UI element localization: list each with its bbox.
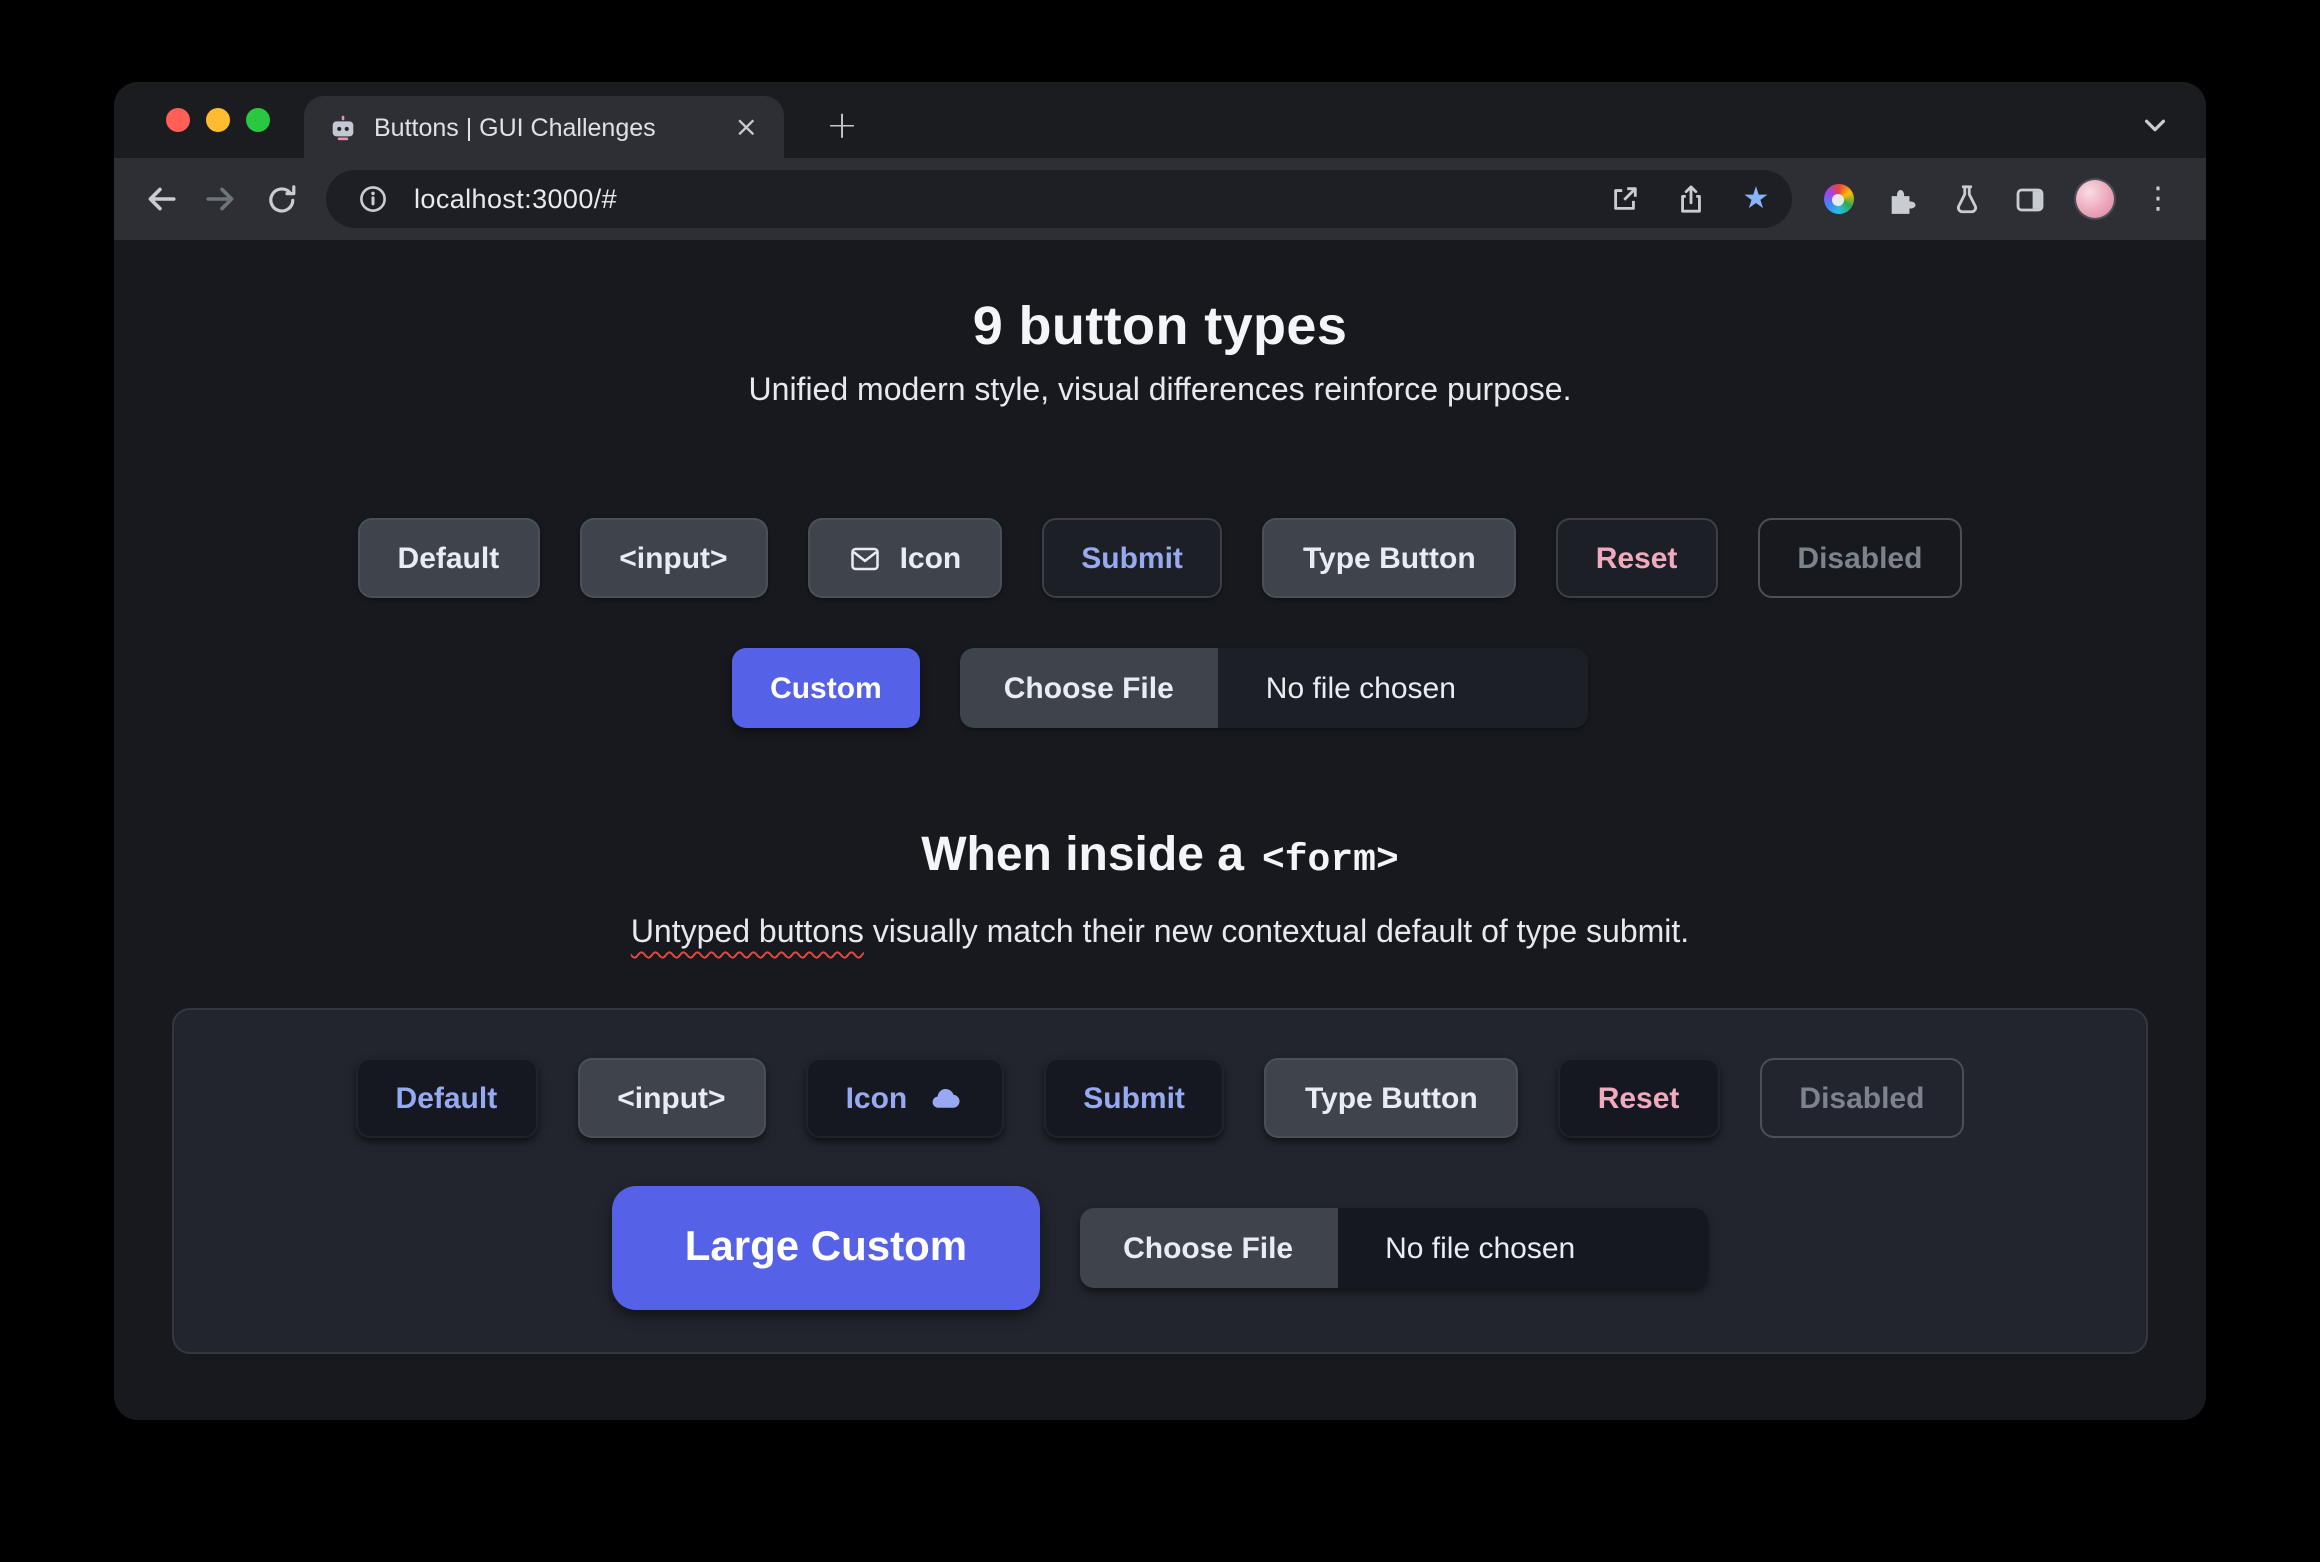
page-subtitle: Unified modern style, visual differences… bbox=[748, 374, 1572, 408]
form-choose-file-button[interactable]: Choose File bbox=[1079, 1208, 1338, 1288]
color-wheel-extension-icon[interactable] bbox=[1810, 171, 1866, 227]
tab-favicon-icon bbox=[328, 112, 358, 142]
form-file-status-text: No file chosen bbox=[1337, 1208, 1708, 1288]
side-panel-icon[interactable] bbox=[2002, 171, 2058, 227]
form-file-input[interactable]: Choose File No file chosen bbox=[1079, 1208, 1708, 1288]
file-input[interactable]: Choose File No file chosen bbox=[959, 648, 1588, 728]
new-tab-button[interactable]: + bbox=[816, 100, 868, 152]
browser-menu-icon[interactable]: ⋮ bbox=[2130, 171, 2186, 227]
type-button[interactable]: Type Button bbox=[1262, 518, 1516, 598]
url-text: localhost:3000/# bbox=[414, 184, 618, 214]
profile-avatar[interactable] bbox=[2066, 171, 2122, 227]
icon-button[interactable]: Icon bbox=[807, 518, 1002, 598]
form-button-row-top: Default <input> Icon Submit Type Button … bbox=[214, 1058, 2106, 1138]
choose-file-button[interactable]: Choose File bbox=[959, 648, 1218, 728]
form-button-row-second: Large Custom Choose File No file chosen bbox=[214, 1186, 2106, 1310]
address-bar[interactable]: localhost:3000/# ★ bbox=[326, 170, 1792, 228]
tab-close-icon[interactable]: × bbox=[729, 109, 764, 145]
form-section-title: When inside a <form> bbox=[114, 822, 2206, 894]
default-button[interactable]: Default bbox=[357, 518, 540, 598]
form-section-subtitle: Untyped buttons visually match their new… bbox=[114, 912, 2206, 956]
form-panel: Default <input> Icon Submit Type Button … bbox=[172, 1008, 2148, 1354]
flask-extension-icon[interactable] bbox=[1938, 171, 1994, 227]
close-window-button[interactable] bbox=[166, 108, 190, 132]
large-custom-button[interactable]: Large Custom bbox=[612, 1186, 1040, 1310]
input-button[interactable]: <input> bbox=[579, 518, 768, 598]
tab-strip: Buttons | GUI Challenges × + bbox=[114, 82, 2206, 158]
form-type-button[interactable]: Type Button bbox=[1264, 1058, 1518, 1138]
bookmark-star-icon[interactable]: ★ bbox=[1732, 175, 1780, 223]
form-reset-button[interactable]: Reset bbox=[1557, 1058, 1720, 1138]
file-status-text: No file chosen bbox=[1217, 648, 1588, 728]
open-in-new-icon[interactable] bbox=[1600, 175, 1648, 223]
page-content: 9 button types Unified modern style, vis… bbox=[114, 240, 2206, 1420]
window-controls bbox=[166, 108, 270, 132]
toolbar-extensions: ⋮ bbox=[1810, 171, 2186, 227]
form-section-title-text: When inside a bbox=[921, 828, 1244, 882]
tab-title: Buttons | GUI Challenges bbox=[374, 113, 656, 141]
page-title: 9 button types bbox=[972, 296, 1348, 356]
form-section-subtitle-rest: visually match their new contextual defa… bbox=[863, 916, 1690, 950]
reset-button[interactable]: Reset bbox=[1555, 518, 1718, 598]
submit-button[interactable]: Submit bbox=[1041, 518, 1223, 598]
forward-button[interactable] bbox=[194, 172, 248, 226]
back-button[interactable] bbox=[134, 172, 188, 226]
zoom-window-button[interactable] bbox=[246, 108, 270, 132]
screen: Buttons | GUI Challenges × + localhost:3… bbox=[0, 0, 2320, 1562]
misspelled-phrase: Untyped buttons bbox=[630, 916, 864, 950]
icon-button-label: Icon bbox=[899, 541, 962, 575]
tab-list-chevron-icon[interactable] bbox=[2134, 104, 2174, 144]
form-icon-button-label: Icon bbox=[845, 1081, 908, 1115]
form-code-text: <form> bbox=[1261, 838, 1399, 882]
cloud-icon bbox=[925, 1083, 963, 1113]
browser-window: Buttons | GUI Challenges × + localhost:3… bbox=[114, 82, 2206, 1420]
tab-buttons-gui-challenges[interactable]: Buttons | GUI Challenges × bbox=[304, 96, 784, 158]
extensions-puzzle-icon[interactable] bbox=[1874, 171, 1930, 227]
form-input-button[interactable]: <input> bbox=[577, 1058, 766, 1138]
form-default-button[interactable]: Default bbox=[355, 1058, 538, 1138]
reload-button[interactable] bbox=[254, 172, 308, 226]
form-disabled-button: Disabled bbox=[1759, 1058, 1965, 1138]
form-submit-button[interactable]: Submit bbox=[1043, 1058, 1225, 1138]
form-icon-button[interactable]: Icon bbox=[805, 1058, 1004, 1138]
browser-toolbar: localhost:3000/# ★ ⋮ bbox=[114, 158, 2206, 240]
site-info-icon[interactable] bbox=[348, 175, 396, 223]
minimize-window-button[interactable] bbox=[206, 108, 230, 132]
disabled-button: Disabled bbox=[1757, 518, 1963, 598]
button-row-top: Default <input> Icon Submit Type Button … bbox=[114, 518, 2206, 598]
share-icon[interactable] bbox=[1666, 175, 1714, 223]
button-row-second: Custom Choose File No file chosen bbox=[114, 648, 2206, 728]
custom-button[interactable]: Custom bbox=[732, 648, 920, 728]
envelope-icon bbox=[848, 543, 882, 573]
